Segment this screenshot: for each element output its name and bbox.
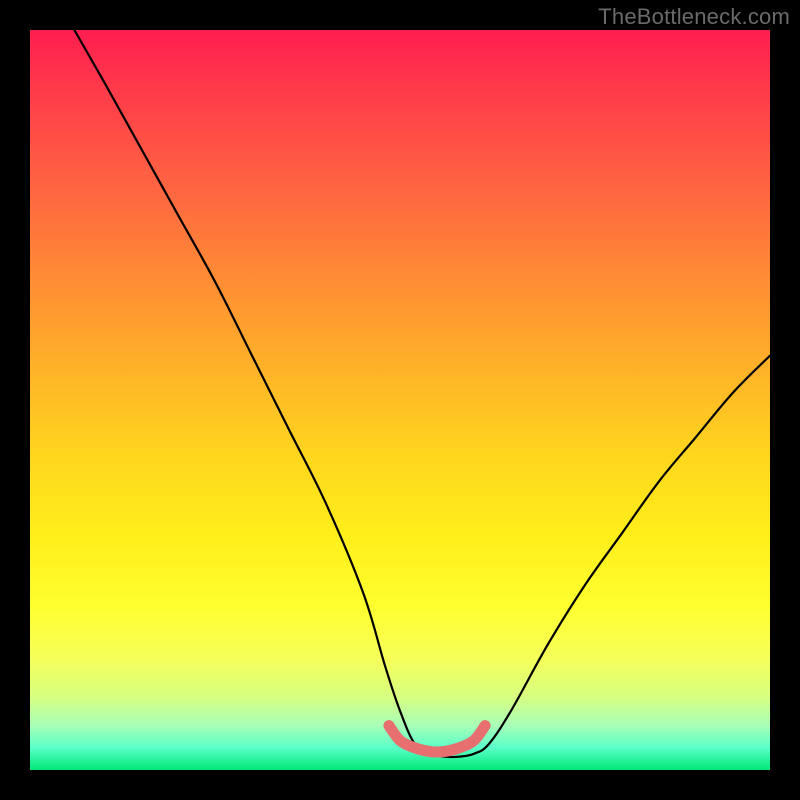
chart-plot-area [30,30,770,770]
bottleneck-curve [74,30,770,757]
optimal-zone-marker [389,726,485,752]
chart-frame: TheBottleneck.com [0,0,800,800]
watermark-text: TheBottleneck.com [598,4,790,30]
chart-svg [30,30,770,770]
